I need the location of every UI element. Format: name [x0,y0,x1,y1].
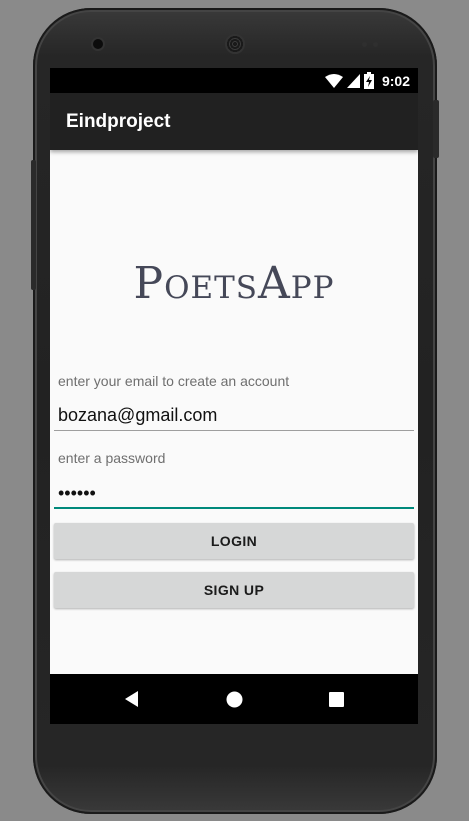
email-label: enter your email to create an account [58,373,290,389]
status-time: 9:02 [381,72,410,89]
cell-signal-icon [346,73,360,88]
app-logo-text: PoetsApp [133,258,335,309]
email-field[interactable] [54,401,414,431]
recents-icon [328,691,344,707]
password-field[interactable] [54,479,414,509]
light-sensor [373,42,378,47]
login-button[interactable]: LOGIN [54,523,414,559]
back-icon [125,691,138,707]
home-icon [226,691,242,707]
proximity-sensor [362,42,367,47]
power-button[interactable] [433,100,439,158]
recents-button[interactable] [306,674,366,724]
earpiece-speaker [225,34,245,54]
wifi-icon [324,73,343,88]
app-title: Eindproject [66,111,171,132]
status-icons: 9:02 [324,71,410,90]
app-bar: Eindproject [50,93,418,150]
signup-button[interactable]: SIGN UP [54,572,414,608]
volume-button[interactable] [31,160,36,290]
password-label: enter a password [58,450,166,466]
status-bar: 9:02 [50,68,418,93]
battery-charging-icon [363,72,374,89]
front-camera [93,39,103,49]
screen: 9:02 Eindproject PoetsApp enter your ema… [50,68,418,724]
navigation-bar [50,674,418,724]
home-button[interactable] [204,674,264,724]
back-button[interactable] [102,674,162,724]
